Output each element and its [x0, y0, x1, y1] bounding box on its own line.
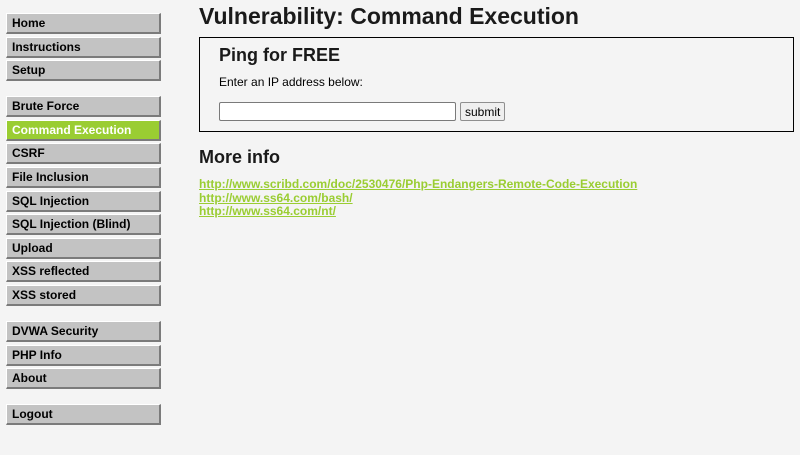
menu-item-sql-injection-blind[interactable]: SQL Injection (Blind): [6, 214, 161, 236]
menu-item-xss-stored[interactable]: XSS stored: [6, 284, 161, 306]
menu-item-command-execution[interactable]: Command Execution: [6, 119, 161, 141]
menu-item-about[interactable]: About: [6, 368, 161, 390]
menu-group-main: Home Instructions Setup: [6, 13, 161, 82]
menu-group-session: Logout: [6, 404, 161, 426]
menu-item-home[interactable]: Home: [6, 13, 161, 34]
menu-group-info: DVWA Security PHP Info About: [6, 320, 161, 390]
sidebar-menu: Home Instructions Setup Brute Force Comm…: [6, 13, 161, 440]
box-title: Ping for FREE: [219, 45, 340, 65]
info-link-ss64-nt[interactable]: http://www.ss64.com/nt/: [199, 204, 794, 219]
menu-item-dvwa-security[interactable]: DVWA Security: [6, 320, 161, 342]
menu-item-upload[interactable]: Upload: [6, 237, 161, 259]
menu-item-brute-force[interactable]: Brute Force: [6, 96, 161, 118]
menu-item-logout[interactable]: Logout: [6, 404, 161, 426]
more-info-heading: More info: [199, 147, 280, 167]
menu-item-php-info[interactable]: PHP Info: [6, 344, 161, 366]
ping-form: submit: [219, 102, 793, 121]
ip-address-input[interactable]: [219, 102, 456, 121]
vulnerability-box: Ping for FREE Enter an IP address below:…: [199, 37, 794, 132]
menu-group-vulnerabilities: Brute Force Command Execution CSRF File …: [6, 96, 161, 306]
submit-button[interactable]: submit: [460, 102, 506, 121]
info-link-ss64-bash[interactable]: http://www.ss64.com/bash/: [199, 191, 794, 206]
main-content: Vulnerability: Command Execution Ping fo…: [199, 0, 794, 219]
menu-item-instructions[interactable]: Instructions: [6, 36, 161, 58]
menu-item-csrf[interactable]: CSRF: [6, 143, 161, 165]
info-link-scribd[interactable]: http://www.scribd.com/doc/2530476/Php-En…: [199, 177, 794, 192]
menu-item-xss-reflected[interactable]: XSS reflected: [6, 261, 161, 283]
menu-item-file-inclusion[interactable]: File Inclusion: [6, 166, 161, 188]
more-info-links: http://www.scribd.com/doc/2530476/Php-En…: [199, 177, 794, 219]
page-title: Vulnerability: Command Execution: [199, 3, 579, 29]
menu-item-sql-injection[interactable]: SQL Injection: [6, 190, 161, 212]
menu-item-setup[interactable]: Setup: [6, 60, 161, 82]
ip-prompt-label: Enter an IP address below:: [219, 75, 363, 89]
